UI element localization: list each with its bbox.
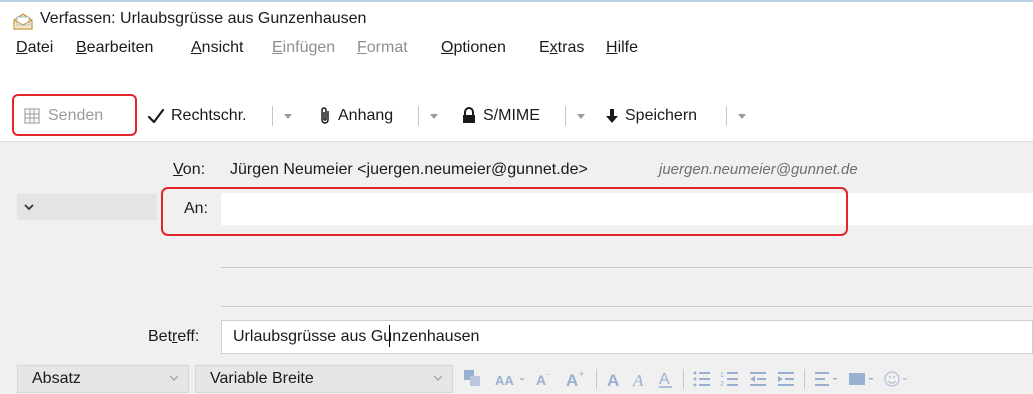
from-identity: juergen.neumeier@gunnet.de — [659, 161, 858, 178]
menu-bar: Datei Bearbeiten Ansicht Einfügen Format… — [0, 36, 1033, 62]
text-caret — [389, 325, 390, 347]
save-dropdown[interactable] — [726, 104, 748, 128]
bold-icon[interactable]: A — [605, 368, 623, 390]
recipient-input-empty[interactable] — [221, 276, 1033, 305]
format-separator — [596, 369, 597, 389]
toolbar-separator — [418, 106, 419, 126]
menu-extras[interactable]: Extras — [539, 39, 584, 57]
toolbar-separator — [272, 106, 273, 126]
from-label: Von: — [173, 161, 206, 178]
svg-text:1: 1 — [720, 372, 724, 379]
window-title: Verfassen: Urlaubsgrüsse aus Gunzenhause… — [40, 10, 367, 27]
decrease-font-size-icon[interactable]: A- — [534, 368, 556, 390]
svg-text:A: A — [607, 371, 619, 390]
to-field-highlight — [161, 187, 848, 236]
toolbar-separator — [565, 106, 566, 126]
menu-optionen[interactable]: Optionen — [441, 39, 506, 57]
recipient-row-line — [221, 267, 1033, 268]
menu-format[interactable]: Format — [357, 39, 408, 57]
subject-value: Urlaubsgrüsse aus Gunzenhausen — [233, 328, 480, 345]
font-select[interactable]: Variable Breite — [195, 365, 453, 393]
font-value: Variable Breite — [210, 370, 314, 387]
chevron-down-icon — [169, 375, 179, 381]
svg-text:A: A — [632, 371, 644, 390]
font-size-icon[interactable]: AA — [494, 368, 526, 390]
attach-dropdown[interactable] — [418, 104, 440, 128]
align-icon[interactable] — [813, 369, 839, 389]
chevron-down-icon — [24, 204, 34, 211]
dropdown-arrow-icon — [738, 114, 746, 119]
recipient-input-empty[interactable] — [221, 237, 1033, 266]
smime-label: S/MIME — [483, 107, 540, 124]
underline-icon[interactable]: A — [657, 368, 675, 390]
svg-text:A: A — [536, 372, 546, 388]
dropdown-arrow-icon — [430, 114, 438, 119]
attach-button[interactable]: Anhang — [318, 101, 393, 131]
increase-font-size-icon[interactable]: A + — [564, 368, 588, 390]
send-button-label: Senden — [48, 107, 104, 124]
bullet-list-icon[interactable] — [692, 369, 712, 389]
svg-text:+: + — [579, 369, 584, 379]
save-label: Speichern — [625, 107, 698, 124]
svg-text:A: A — [566, 371, 578, 390]
text-color-icon[interactable] — [462, 368, 486, 390]
subject-label: Betreff: — [148, 328, 200, 345]
menu-hilfe[interactable]: Hilfe — [606, 39, 638, 57]
save-button[interactable]: Speichern — [605, 101, 697, 131]
menu-ansicht[interactable]: Ansicht — [191, 39, 243, 57]
smiley-icon[interactable] — [883, 369, 911, 389]
smime-dropdown[interactable] — [565, 104, 587, 128]
svg-text:-: - — [547, 369, 550, 379]
format-icons: AA A- A + A A A 12 — [462, 366, 919, 392]
send-icon — [24, 108, 40, 124]
recipient-row-line — [221, 306, 1033, 307]
attach-label: Anhang — [338, 107, 394, 124]
spellcheck-label: Rechtschr. — [171, 107, 247, 124]
header-divider — [0, 141, 1033, 142]
outdent-icon[interactable] — [748, 369, 768, 389]
arrow-down-icon — [606, 109, 618, 123]
italic-icon[interactable]: A — [631, 368, 649, 390]
compose-envelope-icon — [12, 12, 34, 30]
insert-object-icon[interactable] — [847, 369, 875, 389]
svg-text:AA: AA — [495, 373, 514, 388]
title-bar: Verfassen: Urlaubsgrüsse aus Gunzenhause… — [0, 2, 1033, 36]
numbered-list-icon[interactable]: 12 — [720, 369, 740, 389]
format-separator — [683, 369, 684, 389]
paperclip-icon — [321, 107, 329, 124]
lock-icon — [463, 107, 475, 123]
checkmark-icon — [147, 108, 165, 124]
svg-text:2: 2 — [720, 381, 724, 388]
toolbar-separator — [726, 106, 727, 126]
spellcheck-dropdown[interactable] — [272, 104, 294, 128]
svg-text:A: A — [659, 371, 670, 388]
chevron-down-icon — [433, 375, 443, 381]
paragraph-format-select[interactable]: Absatz — [17, 365, 189, 393]
menu-einfuegen[interactable]: Einfügen — [272, 39, 335, 57]
dropdown-arrow-icon — [284, 114, 292, 119]
smime-button[interactable]: S/MIME — [461, 101, 540, 131]
menu-bearbeiten[interactable]: Bearbeiten — [76, 39, 153, 57]
menu-datei[interactable]: Datei — [16, 39, 53, 57]
from-value[interactable]: Jürgen Neumeier <juergen.neumeier@gunnet… — [230, 161, 588, 179]
paragraph-format-value: Absatz — [32, 370, 81, 387]
recipient-type-toggle[interactable] — [17, 194, 157, 220]
dropdown-arrow-icon — [577, 114, 585, 119]
spellcheck-button[interactable]: Rechtschr. — [147, 101, 247, 131]
format-separator — [804, 369, 805, 389]
indent-icon[interactable] — [776, 369, 796, 389]
send-button[interactable]: Senden — [22, 103, 103, 129]
